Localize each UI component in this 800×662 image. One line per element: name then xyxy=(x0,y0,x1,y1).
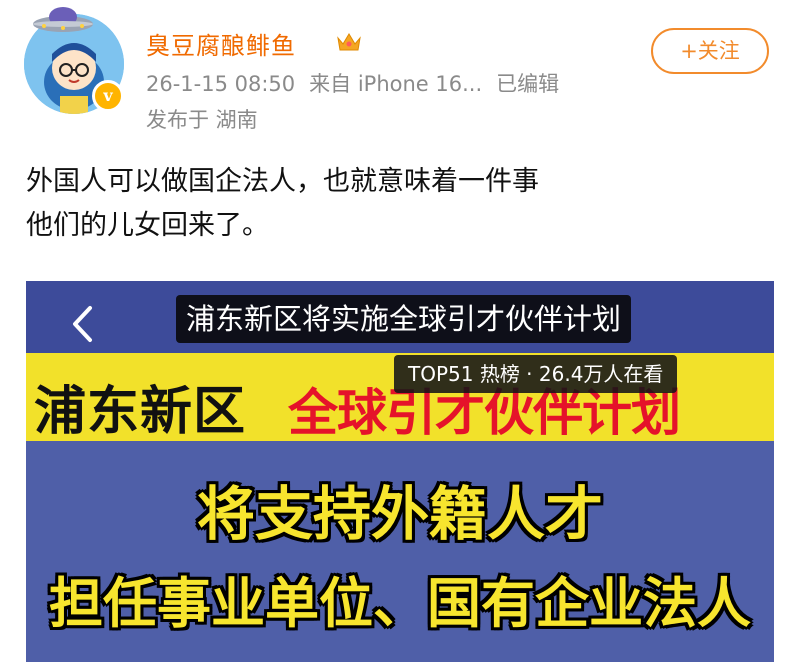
post-text: 外国人可以做国企法人，也就意味着一件事 他们的儿女回来了。 xyxy=(26,160,539,248)
post-location: 发布于 湖南 xyxy=(146,108,258,132)
video-caption-line: 将支持外籍人才 xyxy=(196,480,603,548)
video-caption-line: 担任事业单位、国有企业法人 xyxy=(49,572,751,635)
trending-badge[interactable]: TOP51 热榜 · 26.4万人在看 xyxy=(394,355,678,393)
post-text-line: 外国人可以做国企法人，也就意味着一件事 xyxy=(26,166,539,197)
post-text-line: 他们的儿女回来了。 xyxy=(26,210,269,241)
crown-icon xyxy=(337,33,361,51)
post-timestamp: 26-1-15 08:50 xyxy=(146,72,296,96)
video-thumbnail[interactable]: 浦东新区将实施全球引才伙伴计划 浦东新区 全球引才伙伴计划 TOP51 热榜 ·… xyxy=(26,281,774,662)
headline-black-text: 浦东新区 xyxy=(34,382,247,442)
verified-v-badge-icon: v xyxy=(92,80,124,112)
back-arrow-icon[interactable] xyxy=(70,305,94,343)
username[interactable]: 臭豆腐酿鲱鱼 xyxy=(146,26,296,61)
follow-button[interactable]: +关注 xyxy=(651,28,769,74)
video-title: 浦东新区将实施全球引才伙伴计划 xyxy=(176,295,632,343)
ufo-icon xyxy=(33,7,93,32)
edited-label: 已编辑 xyxy=(496,72,560,96)
post-meta: 26-1-15 08:50 来自 iPhone 16... 已编辑 xyxy=(146,68,559,98)
post-source: 来自 iPhone 16... xyxy=(309,72,483,96)
